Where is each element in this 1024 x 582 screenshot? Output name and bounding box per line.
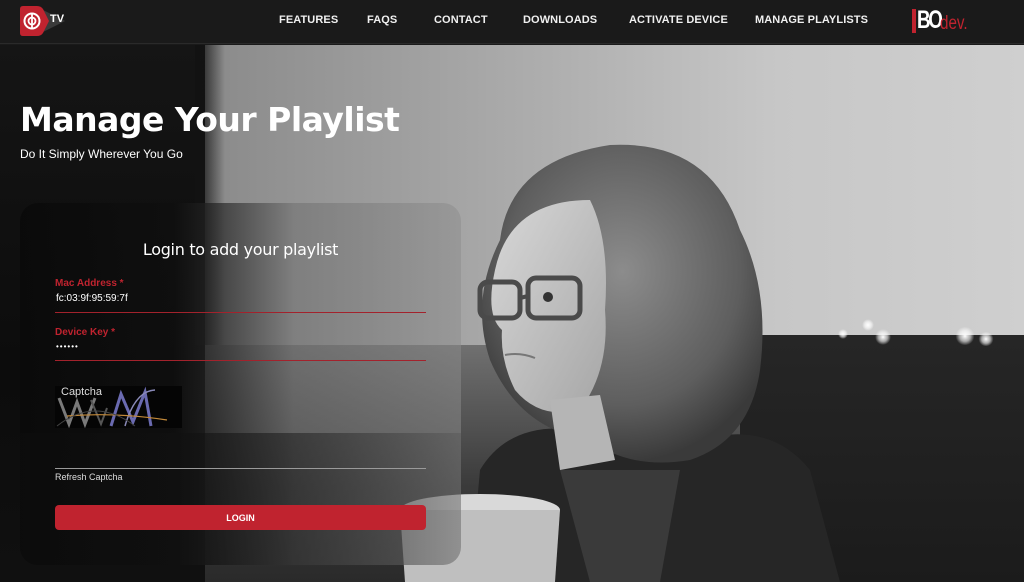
nav-contact[interactable]: CONTACT (434, 14, 488, 26)
nav-downloads[interactable]: DOWNLOADS (523, 14, 597, 26)
string-light (978, 332, 994, 346)
refresh-captcha-link[interactable]: Refresh Captcha (55, 472, 123, 482)
login-card: Login to add your playlist Mac Address *… (20, 203, 461, 565)
string-light (875, 329, 891, 345)
brand-primary: BO (917, 6, 943, 34)
mac-address-field: Mac Address * (55, 278, 426, 305)
brand-bar (912, 9, 916, 33)
logo-text: TV (50, 13, 65, 25)
brand-secondary: dev. (940, 13, 968, 34)
top-navbar: TV FEATURES FAQS CONTACT DOWNLOADS ACTIV… (0, 0, 1024, 44)
device-key-input[interactable]: •••••• (55, 340, 426, 354)
string-light (955, 327, 975, 345)
nav-features[interactable]: FEATURES (279, 14, 338, 26)
nav-faqs[interactable]: FAQS (367, 14, 397, 26)
captcha-input[interactable] (55, 453, 426, 469)
captcha-image: Captcha (55, 386, 182, 428)
captcha-label: Captcha (61, 386, 102, 398)
mac-address-input[interactable] (55, 291, 426, 305)
login-card-title: Login to add your playlist (142, 240, 339, 259)
app-logo[interactable]: TV (19, 4, 69, 38)
login-button[interactable]: LOGIN (55, 505, 426, 530)
device-key-field: Device Key * •••••• (55, 327, 426, 354)
device-key-label: Device Key * (55, 327, 116, 338)
device-key-underline (55, 360, 426, 361)
ibo-dev-brand-logo[interactable]: BO dev. (910, 6, 972, 37)
mac-address-underline (55, 312, 426, 313)
nav-activate-device[interactable]: ACTIVATE DEVICE (629, 14, 728, 26)
page-title: Manage Your Playlist (20, 100, 400, 139)
mac-address-label: Mac Address * (55, 278, 124, 289)
page-subtitle: Do It Simply Wherever You Go (20, 147, 183, 161)
nav-manage-playlists[interactable]: MANAGE PLAYLISTS (755, 14, 868, 26)
